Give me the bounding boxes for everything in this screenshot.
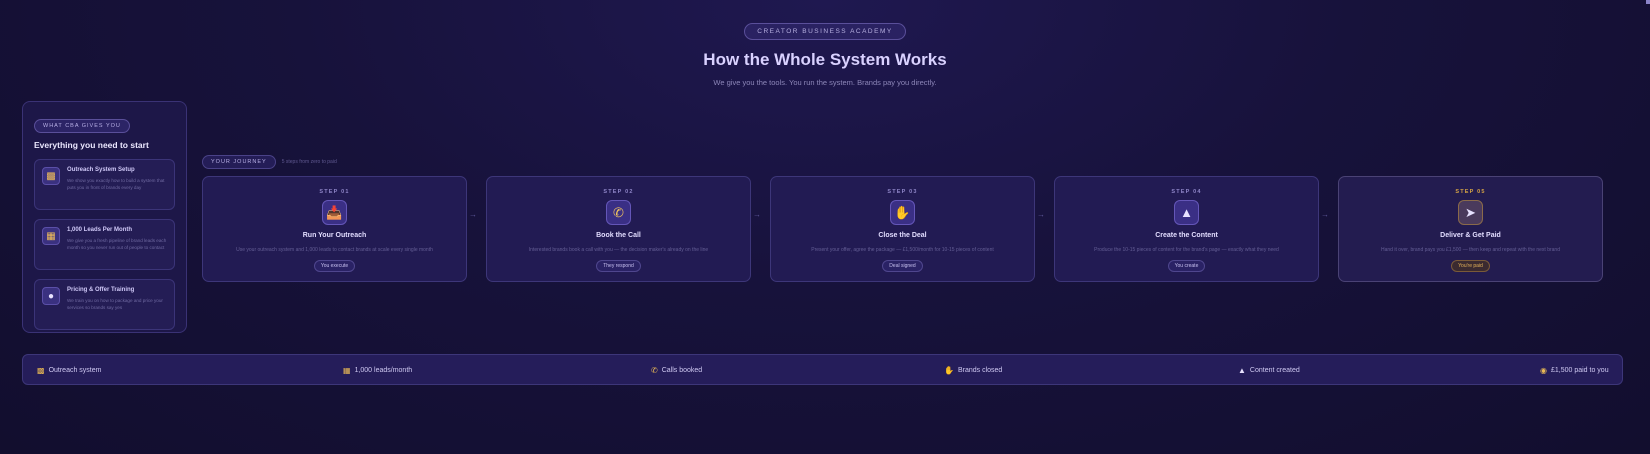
summary-label: Content created: [1249, 367, 1300, 374]
feature-desc: We train you on how to package and price…: [67, 298, 163, 310]
step-badge: You're paid: [1451, 260, 1490, 272]
step-card-01: STEP 01 📥 Run Your Outreach Use your out…: [202, 176, 467, 282]
handshake-icon: ✋: [890, 200, 915, 225]
feature-title: Outreach System Setup: [67, 167, 135, 173]
summary-bar: ▩ Outreach system ▦ 1,000 leads/month ✆ …: [22, 354, 1623, 385]
summary-item: ▲ Content created: [1238, 366, 1300, 375]
step-title: Create the Content: [1155, 232, 1218, 239]
inbox-icon: ▩: [37, 366, 45, 375]
clipboard-icon: ▦: [42, 227, 60, 245]
step-card-03: STEP 03 ✋ Close the Deal Present your of…: [770, 176, 1035, 282]
feature-card-pricing: ● Pricing & Offer Training We train you …: [34, 279, 175, 330]
summary-item: ▦ 1,000 leads/month: [343, 366, 412, 375]
step-title: Deliver & Get Paid: [1440, 232, 1501, 239]
arrow-right-icon: →: [753, 210, 761, 219]
lightbulb-icon: ●: [42, 287, 60, 305]
summary-item: ✋ Brands closed: [944, 366, 1002, 375]
step-desc: Use your outreach system and 1,000 leads…: [236, 247, 433, 253]
clipboard-icon: ▦: [343, 366, 351, 375]
arrow-right-icon: →: [1321, 210, 1329, 219]
page-title: How the Whole System Works: [703, 50, 947, 69]
feature-card-outreach: ▩ Outreach System Setup We show you exac…: [34, 159, 175, 210]
step-desc: Produce the 10-15 pieces of content for …: [1094, 247, 1279, 253]
summary-label: Calls booked: [661, 367, 703, 374]
folder-icon: ▩: [42, 167, 60, 185]
feature-title: Pricing & Offer Training: [67, 287, 135, 293]
summary-label: £1,500 paid to you: [1550, 367, 1609, 374]
feature-title: 1,000 Leads Per Month: [67, 227, 133, 233]
page-subtitle: We give you the tools. You run the syste…: [713, 78, 937, 87]
step-badge: You execute: [313, 260, 356, 272]
arrow-right-icon: →: [469, 210, 477, 219]
academy-badge: CREATOR BUSINESS ACADEMY: [744, 23, 906, 40]
summary-label: Outreach system: [48, 367, 102, 374]
step-label: STEP 05: [1455, 189, 1486, 195]
journey-header: YOUR JOURNEY 5 steps from zero to paid: [202, 155, 337, 169]
inbox-icon: 📥: [322, 200, 347, 225]
sidebar-title: Everything you need to start: [34, 140, 149, 150]
step-label: STEP 01: [319, 189, 350, 195]
arrow-right-icon: →: [1037, 210, 1045, 219]
summary-label: 1,000 leads/month: [354, 367, 413, 374]
rocket-icon: ➤: [1458, 200, 1483, 225]
journey-subtitle: 5 steps from zero to paid: [281, 159, 337, 165]
header: CREATOR BUSINESS ACADEMY How the Whole S…: [0, 20, 1650, 87]
summary-item: ✆ Calls booked: [651, 366, 702, 375]
feature-desc: We give you a fresh pipeline of brand le…: [67, 238, 167, 250]
handshake-icon: ✋: [944, 366, 954, 375]
summary-item: ▩ Outreach system: [37, 366, 101, 375]
step-desc: Present your offer, agree the package — …: [811, 247, 994, 253]
phone-icon: ✆: [651, 366, 658, 375]
corner-marker: [1646, 0, 1650, 4]
money-bag-icon: ◉: [1540, 366, 1547, 375]
summary-label: Brands closed: [957, 367, 1003, 374]
summary-item: ◉ £1,500 paid to you: [1540, 366, 1609, 375]
journey-badge: YOUR JOURNEY: [202, 155, 276, 169]
phone-icon: ✆: [606, 200, 631, 225]
sidebar-badge: WHAT CBA GIVES YOU: [34, 119, 130, 133]
step-label: STEP 02: [603, 189, 634, 195]
step-badge: Deal signed: [882, 260, 923, 272]
step-badge: You create: [1167, 260, 1206, 272]
feature-card-leads: ▦ 1,000 Leads Per Month We give you a fr…: [34, 219, 175, 270]
feature-desc: We show you exactly how to build a syste…: [67, 178, 165, 190]
step-desc: Interested brands book a call with you —…: [528, 247, 709, 253]
step-label: STEP 04: [1171, 189, 1202, 195]
step-desc: Hand it over, brand pays you £1,500 — th…: [1380, 247, 1560, 253]
step-title: Close the Deal: [878, 232, 927, 239]
step-badge: They respond: [596, 260, 641, 272]
megaphone-icon: ▲: [1174, 200, 1199, 225]
step-card-05: STEP 05 ➤ Deliver & Get Paid Hand it ove…: [1338, 176, 1603, 282]
step-title: Book the Call: [596, 232, 641, 239]
sidebar-panel: WHAT CBA GIVES YOU Everything you need t…: [22, 101, 187, 333]
megaphone-icon: ▲: [1238, 366, 1246, 375]
step-card-02: STEP 02 ✆ Book the Call Interested brand…: [486, 176, 751, 282]
step-label: STEP 03: [887, 189, 918, 195]
step-title: Run Your Outreach: [302, 232, 367, 239]
step-card-04: STEP 04 ▲ Create the Content Produce the…: [1054, 176, 1319, 282]
